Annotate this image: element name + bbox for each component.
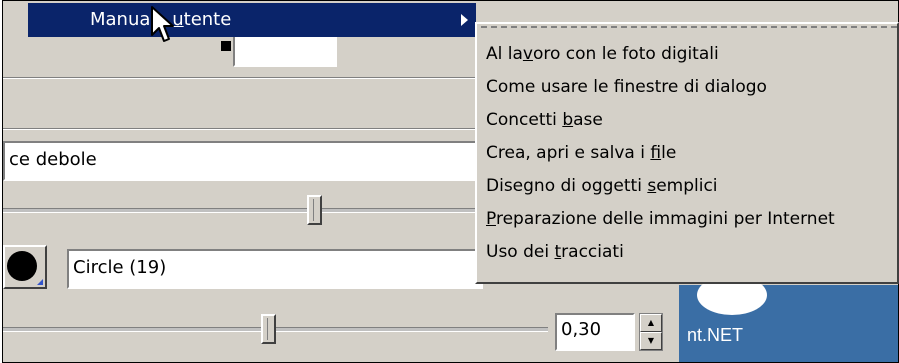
spin-down-icon[interactable]: ▼ [640, 332, 662, 350]
brush-combo[interactable]: Circle (19) [67, 249, 483, 289]
submenu-item-crea-apri-salva[interactable]: Crea, apri e salva i file [486, 137, 676, 170]
submenu-item-immagini-internet[interactable]: Preparazione delle immagini per Internet [486, 203, 835, 236]
arrow-cursor-icon [151, 6, 174, 42]
background-window: nt.NET [679, 275, 898, 362]
menu-item-manuale-utente[interactable]: Manuale utente [28, 3, 476, 37]
slider-thumb[interactable] [307, 195, 322, 225]
slider-track[interactable] [3, 208, 483, 213]
dropdown-corner-icon [37, 279, 43, 285]
submenu-manuale-utente: Al lavoro con le foto digitali Come usar… [475, 22, 899, 284]
blend-mode-combo[interactable]: ce debole [3, 141, 483, 181]
spin-up-icon[interactable]: ▲ [640, 314, 662, 332]
opacity-slider-thumb[interactable] [261, 314, 276, 344]
background-text: nt.NET [687, 325, 744, 345]
brush-preview-button[interactable] [3, 245, 47, 289]
color-swatch[interactable] [233, 33, 337, 67]
opacity-spinner[interactable]: ▲ ▼ [639, 313, 663, 351]
submenu-item-tracciati[interactable]: Uso dei tracciati [486, 236, 624, 269]
chevron-right-icon [461, 14, 468, 26]
brush-circle-icon [7, 251, 37, 281]
tear-off-line[interactable] [481, 26, 897, 28]
color-marker [221, 41, 231, 51]
submenu-item-oggetti-semplici[interactable]: Disegno di oggetti semplici [486, 170, 718, 203]
submenu-item-finestre-dialogo[interactable]: Come usare le finestre di dialogo [486, 71, 767, 104]
submenu-item-concetti-base[interactable]: Concetti base [486, 104, 603, 137]
submenu-item-foto-digitali[interactable]: Al lavoro con le foto digitali [486, 38, 719, 71]
opacity-value-field[interactable]: 0,30 [555, 313, 635, 351]
